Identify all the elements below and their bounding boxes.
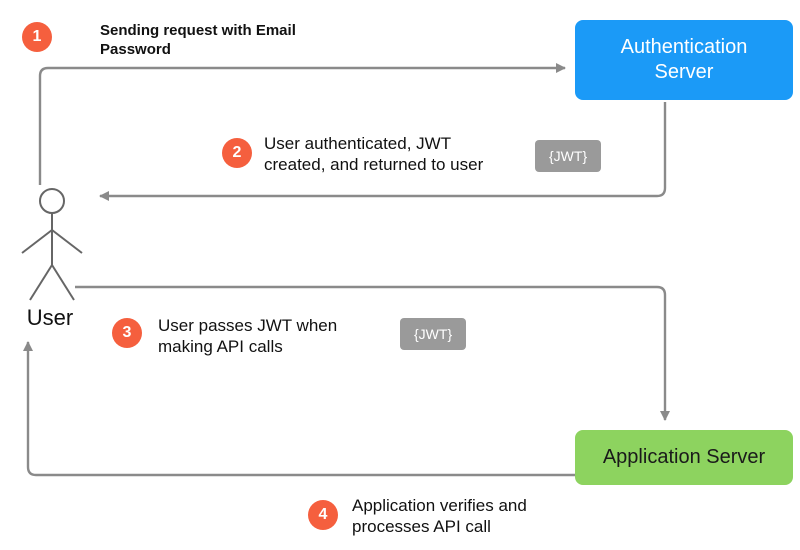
auth-server-box: Authentication Server (575, 20, 793, 100)
step-badge-1: 1 (22, 22, 52, 52)
step-caption-4: Application verifies and processes API c… (352, 495, 572, 538)
jwt-token-1: {JWT} (535, 140, 601, 172)
step-caption-3: User passes JWT when making API calls (158, 315, 378, 358)
jwt-token-2: {JWT} (400, 318, 466, 350)
step-caption-1: Sending request with Email Password (100, 22, 300, 60)
app-server-label: Application Server (594, 445, 774, 470)
user-icon (12, 185, 92, 305)
step-badge-4: 4 (308, 500, 338, 530)
step-badge-2: 2 (222, 138, 252, 168)
app-server-box: Application Server (575, 430, 793, 485)
step-badge-3: 3 (112, 318, 142, 348)
jwt-auth-flow-diagram: Authentication Server Application Server… (0, 0, 800, 550)
user-label: User (10, 305, 90, 331)
auth-server-label: Authentication Server (594, 35, 774, 85)
step-caption-2: User authenticated, JWT created, and ret… (264, 133, 504, 176)
